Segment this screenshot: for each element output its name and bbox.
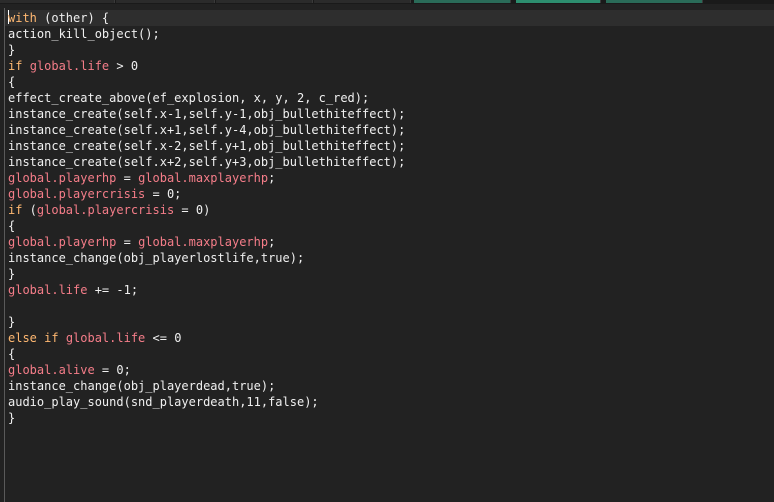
- code-token: (other) {: [36, 11, 110, 25]
- code-line[interactable]: {: [8, 218, 405, 234]
- code-token: instance_create(self.x+2,self.y+3,obj_bu…: [8, 155, 406, 169]
- code-line[interactable]: instance_change(obj_playerdead,true);: [8, 378, 405, 394]
- tab-7[interactable]: [606, 0, 703, 3]
- code-token: {: [8, 219, 16, 233]
- tab-5[interactable]: [414, 0, 511, 3]
- code-line[interactable]: if global.life > 0: [8, 58, 405, 74]
- global-variable-token: global.playerhp: [8, 235, 117, 249]
- code-token: }: [8, 411, 16, 425]
- code-line[interactable]: global.playercrisis = 0;: [8, 186, 405, 202]
- gutter-divider: [4, 8, 5, 502]
- code-token: audio_play_sound(snd_playerdeath,11,fals…: [8, 395, 319, 409]
- code-line[interactable]: instance_create(self.x+2,self.y+3,obj_bu…: [8, 154, 405, 170]
- tab-2[interactable]: [116, 0, 215, 3]
- code-line[interactable]: audio_play_sound(snd_playerdeath,11,fals…: [8, 394, 405, 410]
- code-token: ;: [268, 171, 276, 185]
- keyword-token: if: [8, 59, 23, 73]
- code-token: instance_create(self.x-1,self.y-1,obj_bu…: [8, 107, 406, 121]
- code-token: effect_create_above(ef_explosion, x, y, …: [8, 91, 370, 105]
- code-token: > 0: [109, 59, 139, 73]
- code-token: }: [8, 43, 16, 57]
- code-line[interactable]: }: [8, 266, 405, 282]
- code-text[interactable]: with (other) {action_kill_object();} if g…: [8, 10, 405, 426]
- code-token: ;: [268, 235, 276, 249]
- code-editor-window: with (other) {action_kill_object();} if g…: [0, 0, 774, 502]
- code-token: action_kill_object();: [8, 27, 160, 41]
- code-line[interactable]: }: [8, 410, 405, 426]
- tab-1[interactable]: [0, 0, 115, 3]
- keyword-token: with: [8, 11, 37, 25]
- code-token: }: [8, 315, 16, 329]
- code-token: = 0;: [145, 187, 182, 201]
- code-line[interactable]: if (global.playercrisis = 0): [8, 202, 405, 218]
- global-variable-token: global.playercrisis: [8, 187, 146, 201]
- code-line[interactable]: instance_create(self.x+1,self.y-4,obj_bu…: [8, 122, 405, 138]
- code-line[interactable]: instance_create(self.x-2,self.y+1,obj_bu…: [8, 138, 405, 154]
- global-variable-token: global.life: [8, 283, 88, 297]
- global-variable-token: global.life: [65, 331, 146, 345]
- code-token: instance_create(self.x+1,self.y-4,obj_bu…: [8, 123, 406, 137]
- code-token: instance_change(obj_playerlostlife,true)…: [8, 251, 305, 265]
- code-token: instance_create(self.x-2,self.y+1,obj_bu…: [8, 139, 406, 153]
- code-line[interactable]: instance_change(obj_playerlostlife,true)…: [8, 250, 405, 266]
- code-token: += -1;: [87, 283, 139, 297]
- code-line[interactable]: global.playerhp = global.maxplayerhp;: [8, 170, 405, 186]
- tab-4[interactable]: [314, 0, 411, 3]
- code-line[interactable]: [8, 298, 405, 314]
- global-variable-token: global.life: [29, 59, 110, 73]
- code-token: <= 0: [145, 331, 182, 345]
- code-line[interactable]: effect_create_above(ef_explosion, x, y, …: [8, 90, 405, 106]
- keyword-token: else if: [8, 331, 59, 345]
- tab-3[interactable]: [216, 0, 313, 3]
- code-line[interactable]: global.alive = 0;: [8, 362, 405, 378]
- global-variable-token: global.playerhp: [8, 171, 117, 185]
- code-line[interactable]: else if global.life <= 0: [8, 330, 405, 346]
- code-line[interactable]: global.life += -1;: [8, 282, 405, 298]
- code-editor-area[interactable]: with (other) {action_kill_object();} if g…: [0, 4, 774, 502]
- global-variable-token: global.maxplayerhp: [138, 235, 269, 249]
- code-token: {: [8, 75, 16, 89]
- code-token: = 0): [174, 203, 211, 217]
- code-line[interactable]: }: [8, 42, 405, 58]
- code-token: = 0;: [94, 363, 131, 377]
- global-variable-token: global.playercrisis: [36, 203, 175, 217]
- code-line[interactable]: {: [8, 346, 405, 362]
- code-line[interactable]: {: [8, 74, 405, 90]
- code-token: (: [22, 203, 37, 217]
- code-line[interactable]: instance_create(self.x-1,self.y-1,obj_bu…: [8, 106, 405, 122]
- code-token: =: [116, 171, 139, 185]
- tab-active[interactable]: [516, 0, 601, 3]
- global-variable-token: global.maxplayerhp: [138, 171, 269, 185]
- code-line[interactable]: }: [8, 314, 405, 330]
- code-line[interactable]: with (other) {: [8, 10, 405, 26]
- keyword-token: if: [8, 203, 23, 217]
- code-token: =: [116, 235, 139, 249]
- global-variable-token: global.alive: [8, 363, 95, 377]
- code-token: }: [8, 267, 16, 281]
- code-token: {: [8, 347, 16, 361]
- code-token: instance_change(obj_playerdead,true);: [8, 379, 276, 393]
- code-line[interactable]: global.playerhp = global.maxplayerhp;: [8, 234, 405, 250]
- code-line[interactable]: action_kill_object();: [8, 26, 405, 42]
